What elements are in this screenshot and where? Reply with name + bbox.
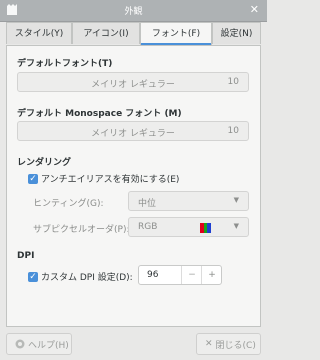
- tab-settings[interactable]: 設定(N): [212, 22, 261, 44]
- subpixel-label: サブピクセルオーダ(P):: [33, 225, 130, 235]
- close-window-icon[interactable]: ✕: [250, 3, 259, 17]
- close-icon: ✕: [205, 339, 213, 349]
- monospace-font-heading: デフォルト Monospace フォント (M): [17, 109, 182, 119]
- close-button[interactable]: ✕ 閉じる(C): [196, 333, 261, 355]
- default-font-heading: デフォルトフォント(T): [17, 59, 113, 69]
- antialias-label: アンチエイリアスを有効にする(E): [41, 175, 180, 185]
- help-button[interactable]: ヘルプ(H): [6, 333, 72, 355]
- tab-icons[interactable]: アイコン(I): [72, 22, 140, 44]
- appearance-window: 外観 ✕ スタイル(Y) アイコン(I) フォント(F) 設定(N) デフォルト…: [0, 0, 267, 360]
- decrement-button[interactable]: −: [181, 266, 202, 284]
- default-font-name: メイリオ レギュラー: [91, 80, 175, 90]
- rgb-order-icon: [200, 223, 212, 233]
- tab-bar: スタイル(Y) アイコン(I) フォント(F) 設定(N): [6, 22, 261, 46]
- custom-dpi-checkbox[interactable]: ✓ カスタム DPI 設定(D):: [28, 270, 133, 283]
- tab-style[interactable]: スタイル(Y): [6, 22, 72, 44]
- monospace-font-size: 10: [227, 126, 239, 136]
- checkmark-icon: ✓: [28, 271, 38, 282]
- custom-dpi-label: カスタム DPI 設定(D):: [41, 273, 133, 283]
- window-title: 外観: [124, 7, 143, 17]
- hinting-combo[interactable]: 中位 ▼: [128, 191, 249, 211]
- help-label: ヘルプ(H): [28, 340, 69, 351]
- increment-button[interactable]: +: [201, 266, 222, 284]
- dpi-heading: DPI: [17, 251, 35, 261]
- dpi-spinbutton[interactable]: 96 − +: [138, 265, 222, 285]
- title-bar: 外観 ✕: [0, 0, 267, 22]
- default-font-size: 10: [227, 77, 239, 87]
- rendering-heading: レンダリング: [17, 158, 72, 168]
- tab-fonts[interactable]: フォント(F): [140, 22, 212, 46]
- subpixel-combo[interactable]: RGB ▼: [128, 217, 249, 237]
- default-font-button[interactable]: メイリオ レギュラー 10: [17, 72, 249, 92]
- hinting-value: 中位: [138, 199, 157, 209]
- monospace-font-name: メイリオ レギュラー: [91, 129, 175, 139]
- hinting-label: ヒンティング(G):: [33, 199, 104, 209]
- antialias-checkbox[interactable]: ✓ アンチエイリアスを有効にする(E): [28, 172, 179, 185]
- close-label: 閉じる(C): [215, 340, 256, 351]
- chevron-down-icon: ▼: [233, 222, 239, 230]
- checkmark-icon: ✓: [28, 173, 38, 184]
- help-icon: [15, 339, 25, 349]
- subpixel-value: RGB: [138, 222, 158, 232]
- chevron-down-icon: ▼: [233, 196, 239, 204]
- dpi-value[interactable]: 96: [147, 270, 158, 280]
- monospace-font-button[interactable]: メイリオ レギュラー 10: [17, 121, 249, 141]
